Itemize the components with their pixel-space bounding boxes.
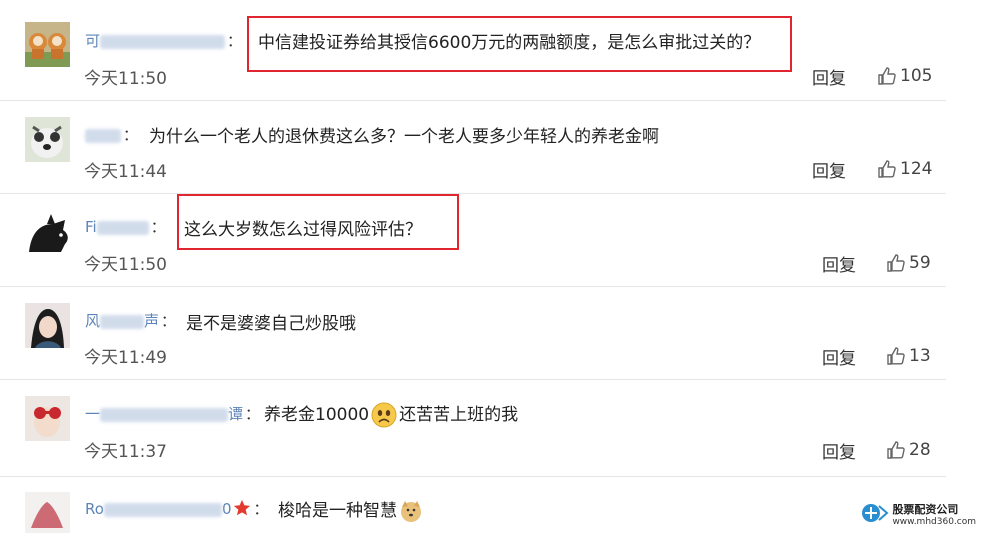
comment-text-main: 梭哈是一种智慧	[278, 501, 397, 521]
like-button[interactable]: 105	[877, 66, 932, 86]
nickname-link[interactable]: 一 谭：	[85, 403, 260, 424]
reply-button[interactable]: 回复	[812, 64, 846, 89]
comment-time: 今天11:44	[84, 162, 167, 182]
comment-time: 今天11:49	[84, 348, 167, 368]
like-count: 13	[909, 346, 931, 366]
reply-button[interactable]: 回复	[822, 344, 856, 369]
doge-icon	[401, 501, 421, 522]
thumbs-up-icon	[878, 160, 896, 178]
like-button[interactable]: 13	[886, 346, 931, 366]
comment-row: 可： 中信建投证券给其授信6600万元的两融额度，是怎么审批过关的？ 今天11:…	[0, 0, 946, 101]
highlight-box	[247, 16, 792, 72]
reply-button[interactable]: 回复	[812, 157, 846, 182]
nickname-tail: 谭	[228, 405, 244, 423]
colon: ：	[150, 218, 166, 236]
nickname-link[interactable]: 可：	[85, 30, 242, 51]
watermark-logo-icon	[862, 503, 889, 522]
nickname-tail: 声	[144, 312, 160, 330]
comment-text-before: 养老金10000	[264, 405, 370, 425]
nickname-visible: Ro	[85, 500, 104, 518]
avatar[interactable]	[25, 117, 70, 162]
nickname-blur	[96, 220, 149, 235]
colon: ：	[161, 312, 177, 330]
nickname-visible: Fi	[85, 218, 97, 236]
avatar[interactable]	[25, 303, 70, 348]
avatar[interactable]	[25, 492, 70, 533]
star-icon	[234, 499, 251, 516]
comment-row: Ro 0 ： 梭哈是一种智慧	[0, 477, 946, 533]
thumbs-up-icon	[887, 347, 905, 365]
watermark: 股票配资公司 www.mhd360.com	[861, 498, 976, 527]
colon: ：	[123, 126, 139, 144]
sad-face-icon	[371, 402, 397, 428]
colon: ：	[245, 405, 261, 423]
nickname-link[interactable]: Fi ：	[85, 216, 166, 237]
like-count: 124	[900, 159, 933, 179]
like-button[interactable]: 124	[877, 159, 932, 179]
nickname-blur	[100, 314, 145, 329]
colon: ：	[253, 500, 269, 518]
colon: ：	[227, 32, 243, 50]
avatar[interactable]	[25, 22, 70, 67]
comment-text: 养老金10000 还苦苦上班的我	[264, 400, 518, 428]
nickname-visible: 一	[85, 405, 101, 423]
nickname-link[interactable]: 风 声：	[85, 310, 176, 331]
thumbs-up-icon	[887, 254, 905, 272]
like-count: 105	[900, 66, 933, 86]
reply-button[interactable]: 回复	[822, 438, 856, 463]
comment-time: 今天11:50	[84, 255, 167, 275]
like-count: 28	[909, 440, 931, 460]
avatar[interactable]	[25, 396, 70, 441]
thumbs-up-icon	[887, 441, 905, 459]
highlight-box	[177, 194, 459, 250]
comment-text: 为什么一个老人的退休费这么多？一个老人要多少年轻人的养老金啊	[149, 127, 659, 147]
like-button[interactable]: 59	[886, 253, 931, 273]
comment-time: 今天11:50	[84, 69, 167, 89]
comment-time: 今天11:37	[84, 442, 167, 462]
nickname-visible: 风	[85, 312, 101, 330]
comment-row: Fi： 这么大岁数怎么过得风险评估？ 今天11:50 回复 59	[0, 194, 946, 287]
like-button[interactable]: 28	[886, 440, 931, 460]
thumbs-up-icon	[878, 67, 896, 85]
nickname-link[interactable]: ：	[85, 124, 138, 145]
nickname-link[interactable]: Ro 0 ：	[85, 498, 269, 519]
nickname-visible: 可	[85, 32, 101, 50]
nickname-blur	[100, 407, 229, 422]
comment-row: 一 谭： 养老金10000 还苦苦上班的我 今天11:37 回复 28	[0, 380, 946, 477]
nickname-blur	[100, 34, 226, 49]
nickname-blur	[85, 128, 121, 143]
comment-row: ： 为什么一个老人的退休费这么多？一个老人要多少年轻人的养老金啊 今天11:44…	[0, 101, 946, 194]
watermark-name: 股票配资公司	[892, 503, 959, 516]
nickname-blur	[103, 502, 222, 517]
watermark-url: www.mhd360.com	[892, 517, 976, 527]
comment-text: 是不是婆婆自己炒股哦	[186, 314, 356, 334]
avatar[interactable]	[25, 210, 70, 255]
comment-text: 梭哈是一种智慧	[278, 496, 425, 523]
nickname-tail: 0	[221, 500, 232, 518]
reply-button[interactable]: 回复	[822, 251, 856, 276]
comment-row: 风 声： 是不是婆婆自己炒股哦 今天11:49 回复 13	[0, 287, 946, 380]
like-count: 59	[909, 253, 931, 273]
comment-text-after: 还苦苦上班的我	[399, 405, 519, 425]
